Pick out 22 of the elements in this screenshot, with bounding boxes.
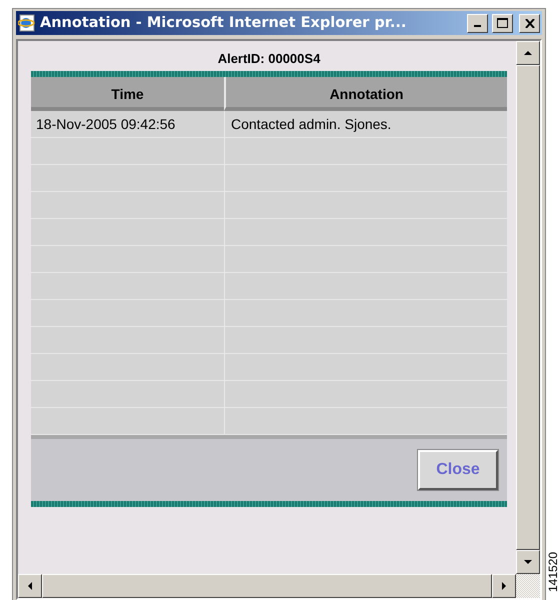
scroll-up-button[interactable]	[516, 41, 540, 65]
right-arrow-icon	[499, 581, 509, 591]
table-cell: Contacted admin. Sjones.	[224, 111, 507, 138]
close-dialog-button[interactable]: Close	[418, 450, 498, 490]
resize-grip[interactable]	[516, 574, 540, 598]
scroll-down-button[interactable]	[516, 550, 540, 574]
maximize-button[interactable]	[492, 14, 513, 32]
figure-number: 141520	[546, 552, 559, 592]
window-title: Annotation - Microsoft Internet Explorer pr...	[40, 15, 408, 31]
close-button[interactable]	[519, 14, 540, 32]
scroll-right-button[interactable]	[492, 574, 516, 598]
column-header: Annotation	[224, 77, 507, 111]
browser-icon	[18, 14, 36, 32]
up-arrow-icon	[523, 48, 533, 58]
column-header: Time	[31, 77, 224, 111]
minimize-button[interactable]	[467, 14, 488, 32]
alert-id-heading: AlertID: 00000S4	[218, 51, 320, 68]
close-icon	[524, 18, 534, 28]
table-cell: 18-Nov-2005 09:42:56	[31, 111, 224, 138]
scroll-left-button[interactable]	[18, 574, 42, 598]
down-arrow-icon	[523, 557, 533, 567]
maximize-icon	[497, 18, 508, 28]
